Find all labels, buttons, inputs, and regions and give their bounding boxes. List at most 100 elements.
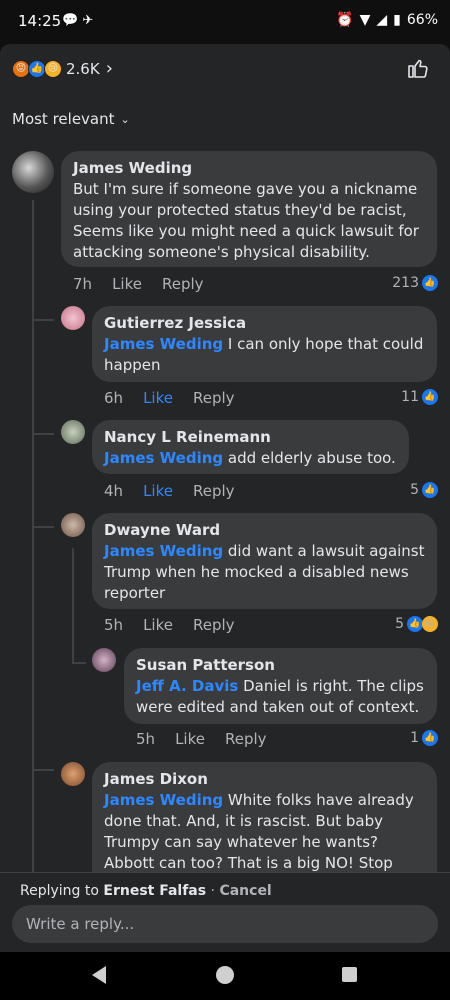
avatar[interactable] — [61, 762, 85, 786]
comment-author[interactable]: Dwayne Ward — [104, 521, 425, 539]
system-nav-bar — [0, 952, 450, 1000]
comment-author[interactable]: Gutierrez Jessica — [104, 314, 425, 332]
comment-bubble: James Dixon James Weding White folks hav… — [92, 762, 437, 882]
like-count[interactable]: 1 👍 — [410, 730, 438, 746]
status-bar: 14:25 💬 ✈ ⏰ ▼ ◢ ▮ 66% — [0, 0, 450, 44]
like-reaction-icon: 👍 — [422, 730, 438, 746]
nested-thread-line — [72, 548, 74, 664]
like-post-icon[interactable] — [406, 56, 430, 80]
comment-bubble: Dwayne Ward James Weding did want a laws… — [92, 513, 437, 609]
comment-actions: 5h Like Reply — [136, 730, 267, 748]
like-count-value: 5 — [395, 616, 404, 632]
mention-link[interactable]: James Weding — [104, 449, 223, 467]
comment-actions: 6h Like Reply — [104, 389, 235, 407]
sad-reaction-icon: 😢 — [44, 59, 62, 78]
mention-link[interactable]: Jeff A. Davis — [136, 677, 238, 695]
reactions-summary[interactable]: 😡 👍 😢 2.6K › — [12, 58, 113, 79]
avatar[interactable] — [61, 306, 85, 330]
comment-body: add elderly abuse too. — [223, 449, 396, 467]
chevron-right-icon: › — [105, 58, 113, 79]
thread-connector — [32, 319, 54, 321]
thread-connector — [32, 769, 54, 771]
back-icon[interactable] — [92, 966, 106, 984]
mention-link[interactable]: James Weding — [104, 542, 223, 560]
thread-line — [32, 200, 34, 920]
thread-connector — [32, 433, 54, 435]
like-count[interactable]: 5 👍 😆 — [395, 616, 438, 632]
comment-text: James Weding add elderly abuse too. — [104, 448, 397, 469]
haha-reaction-icon: 😆 — [422, 616, 438, 632]
comment-bubble: Nancy L Reinemann James Weding add elder… — [92, 420, 409, 474]
sort-dropdown[interactable]: Most relevant ⌄ — [12, 110, 130, 128]
like-button[interactable]: Like — [175, 730, 205, 748]
comment-text: James Weding did want a lawsuit against … — [104, 541, 425, 604]
comment-author[interactable]: James Dixon — [104, 770, 425, 788]
like-count-value: 1 — [410, 730, 419, 746]
like-count[interactable]: 213 👍 — [392, 275, 438, 291]
comment-time: 6h — [104, 389, 124, 407]
comment-time: 5h — [136, 730, 156, 748]
comment-actions: 5h Like Reply — [104, 616, 235, 634]
thread-connector — [32, 526, 54, 528]
comment-author[interactable]: James Weding — [73, 159, 425, 177]
reply-button[interactable]: Reply — [193, 616, 235, 634]
avatar[interactable] — [12, 151, 54, 193]
comment-actions: 7h Like Reply — [73, 275, 204, 293]
battery-icon: ▮ — [393, 12, 401, 28]
comment-bubble: Susan Patterson Jeff A. Davis Daniel is … — [124, 648, 437, 724]
like-count[interactable]: 5 👍 — [410, 482, 438, 498]
avatar[interactable] — [61, 513, 85, 537]
comment-bubble: James Weding But I'm sure if someone gav… — [61, 151, 437, 267]
comment-author[interactable]: Susan Patterson — [136, 656, 425, 674]
comment-time: 5h — [104, 616, 124, 634]
like-reaction-icon: 👍 — [422, 389, 438, 405]
like-count-value: 11 — [401, 389, 419, 405]
mention-link[interactable]: James Weding — [104, 791, 223, 809]
alarm-icon: ⏰ — [336, 12, 354, 28]
reply-button[interactable]: Reply — [225, 730, 267, 748]
comment-text: Jeff A. Davis Daniel is right. The clips… — [136, 676, 425, 718]
reply-composer: Replying to Ernest Falfas · Cancel — [0, 872, 450, 953]
comment-bubble: Gutierrez Jessica James Weding I can onl… — [92, 306, 437, 382]
like-button[interactable]: Like — [112, 275, 142, 293]
signal-icon: ◢ — [376, 12, 388, 28]
like-count-value: 5 — [410, 482, 419, 498]
reaction-count: 2.6K — [66, 59, 100, 78]
reaction-icons: 😡 👍 😢 — [12, 59, 62, 78]
status-right: ⏰ ▼ ◢ ▮ 66% — [336, 12, 438, 28]
home-icon[interactable] — [216, 966, 234, 984]
recents-icon[interactable] — [342, 967, 357, 982]
like-button[interactable]: Like — [143, 616, 173, 634]
like-button[interactable]: Like — [143, 389, 173, 407]
notification-icons: 💬 ✈ — [62, 13, 94, 28]
like-reaction-icon: 👍 — [407, 616, 423, 632]
battery-percent: 66% — [406, 12, 438, 28]
reply-button[interactable]: Reply — [162, 275, 204, 293]
comment-time: 4h — [104, 482, 124, 500]
cancel-reply-button[interactable]: Cancel — [219, 883, 271, 899]
mention-link[interactable]: James Weding — [104, 335, 223, 353]
chevron-down-icon: ⌄ — [120, 112, 130, 126]
comment-actions: 4h Like Reply — [104, 482, 235, 500]
comments-sheet: 😡 👍 😢 2.6K › Most relevant ⌄ James Wedin… — [0, 44, 450, 952]
like-reaction-icon: 👍 — [422, 275, 438, 291]
comment-time: 7h — [73, 275, 93, 293]
replying-to: Replying to Ernest Falfas · Cancel — [20, 883, 272, 899]
comment-author[interactable]: Nancy L Reinemann — [104, 428, 397, 446]
reply-button[interactable]: Reply — [193, 482, 235, 500]
reply-input[interactable] — [12, 905, 438, 943]
sort-label: Most relevant — [12, 110, 115, 128]
wifi-icon: ▼ — [359, 12, 371, 28]
reply-button[interactable]: Reply — [193, 389, 235, 407]
like-reaction-icon: 👍 — [422, 482, 438, 498]
avatar[interactable] — [61, 420, 85, 444]
like-button[interactable]: Like — [143, 482, 173, 500]
replying-prefix: Replying to — [20, 883, 104, 899]
like-count[interactable]: 11 👍 — [401, 389, 438, 405]
separator: · — [206, 883, 220, 899]
status-time: 14:25 — [18, 12, 62, 30]
replying-name: Ernest Falfas — [103, 883, 207, 899]
thread-connector — [72, 662, 86, 664]
avatar[interactable] — [92, 648, 116, 672]
comment-text: But I'm sure if someone gave you a nickn… — [73, 180, 419, 261]
